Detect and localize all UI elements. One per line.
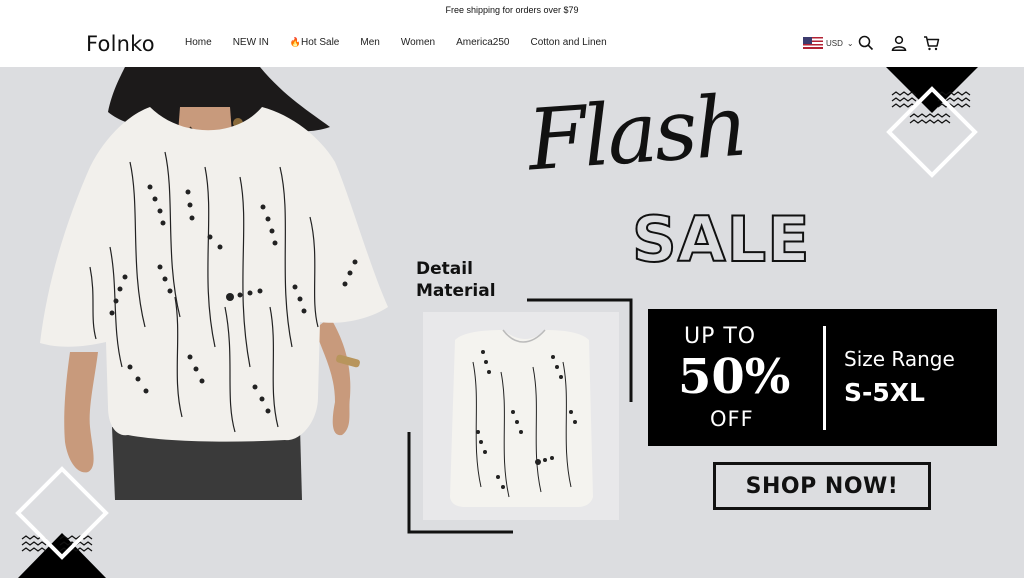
detail-material-label: Detail Material [416,258,496,302]
folded-shirt-illustration [450,329,593,507]
nav-item-women[interactable]: Women [401,37,435,48]
hero-banner: Flash SALE Detail Material UP TO 50% OFF… [0,67,1024,578]
diamond-decoration-bottom-left [15,466,109,578]
up-to-text: UP TO [684,324,757,349]
shop-now-button[interactable]: SHOP NOW! [713,462,931,510]
sale-heading: SALE [631,203,811,276]
chevron-down-icon[interactable]: ⌄ [847,39,854,48]
size-range-label: Size Range [844,347,955,371]
nav-item-home[interactable]: Home [185,37,212,48]
header-tools: USD ⌄ [803,33,942,53]
detail-label-line1: Detail [416,259,473,279]
announcement-bar: Free shipping for orders over $79 [0,0,1024,20]
main-nav: Home NEW IN 🔥Hot Sale Men Women America2… [185,37,628,48]
fire-icon: 🔥 [289,37,302,47]
site-header: Folnko Home NEW IN 🔥Hot Sale Men Women A… [0,20,1024,67]
brand-logo[interactable]: Folnko [86,32,155,56]
model-photo [40,67,388,500]
folded-shirt-image[interactable] [423,312,619,520]
discount-percent: 50% [678,349,791,405]
us-flag-icon[interactable] [803,37,823,49]
nav-item-america250[interactable]: America250 [456,37,509,48]
discount-banner: UP TO 50% OFF Size Range S-5XL [648,309,997,446]
flash-heading: Flash [524,76,749,190]
size-range-value: S-5XL [844,378,925,407]
cart-icon[interactable] [922,33,942,53]
diamond-decoration-top-right [886,67,978,178]
announcement-text: Free shipping for orders over $79 [445,5,579,15]
nav-item-hot-sale[interactable]: 🔥Hot Sale [290,37,340,48]
nav-item-new-in[interactable]: NEW IN [233,37,269,48]
nav-item-cotton-linen[interactable]: Cotton and Linen [530,37,606,48]
promo-divider [823,326,826,430]
off-text: OFF [710,407,754,431]
nav-item-men[interactable]: Men [360,37,379,48]
account-icon[interactable] [889,33,909,53]
currency-selector[interactable]: USD [826,39,843,48]
search-icon[interactable] [856,33,876,53]
nav-item-hot-sale-label: Hot Sale [301,37,340,48]
